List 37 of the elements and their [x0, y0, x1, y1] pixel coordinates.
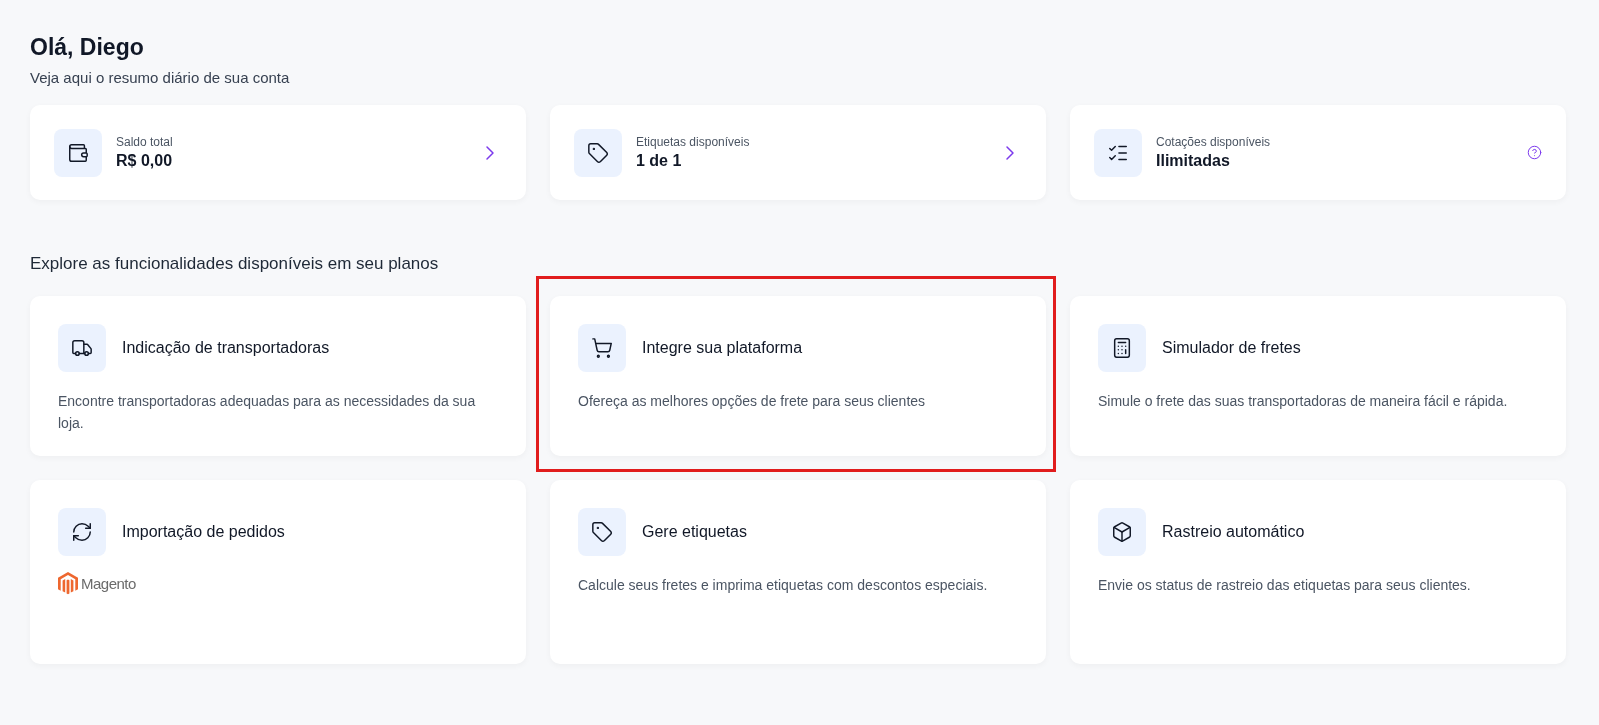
logo-icon — [58, 572, 78, 595]
box-icon — [1111, 521, 1133, 543]
feature-description: Envie os status de rastreio das etiquetas para seus clientes. — [1098, 576, 1472, 595]
stat-label: Etiquetas disponíveis — [636, 135, 751, 149]
feature-title: Gere etiquetas — [642, 523, 747, 541]
feature-title: Rastreio automático — [1162, 523, 1305, 541]
feature-card[interactable]: Importação de pedidos Magento — [30, 480, 526, 664]
feature-title: Indicação de transportadoras — [122, 339, 330, 357]
stat-value: 1 de 1 — [636, 152, 683, 170]
greeting-subtitle: Veja aqui o resumo diário de sua conta — [30, 69, 291, 86]
feature-description: Simule o frete das suas transportadoras de maneira fácil e rápida. — [1098, 392, 1509, 411]
feature-title: Importação de pedidos — [122, 523, 285, 541]
stat-label: Cotações disponíveis — [1156, 135, 1272, 149]
feature-card[interactable]: Rastreio automático Envie os status de rastreio das etiquetas para seus clientes. — [1070, 480, 1566, 664]
feature-description: Calcule seus fretes e imprima etiquetas com descontos especiais. — [578, 576, 989, 595]
stat-value: Ilimitadas — [1156, 152, 1231, 170]
section-title: Explore as funcionalidades disponíveis em seu planos — [30, 254, 440, 274]
tag-icon — [591, 521, 613, 543]
logo-text: Magento — [81, 575, 136, 592]
stat-value: R$ 0,00 — [116, 152, 174, 170]
tag-icon — [587, 141, 609, 164]
feature-card[interactable]: Gere etiquetas Calcule seus fretes e imprima etiquetas com descontos especiais. — [550, 480, 1046, 664]
help-icon[interactable] — [1527, 145, 1542, 160]
feature-description: Encontre transportadoras adequadas para as necessidades da sua loja. — [58, 392, 477, 433]
refresh-icon — [71, 521, 93, 543]
stat-label: Saldo total — [116, 135, 174, 149]
feature-title: Simulador de fretes — [1162, 339, 1301, 357]
greeting-title: Olá, Diego — [30, 34, 145, 61]
truck-icon — [71, 337, 93, 359]
calculator-icon — [1111, 337, 1133, 359]
feature-title: Integre sua plataforma — [642, 339, 803, 357]
feature-description: Ofereça as melhores opções de frete para seus clientes — [578, 392, 927, 411]
cart-icon — [591, 337, 613, 359]
wallet-icon — [67, 141, 89, 164]
feature-card[interactable]: Simulador de fretes Simule o frete das suas transportadoras de maneira fácil e rápida. — [1070, 296, 1566, 456]
feature-card[interactable]: Integre sua plataforma Ofereça as melhores opções de frete para seus clientes — [550, 296, 1046, 456]
feature-card[interactable]: Indicação de transportadoras Encontre transportadoras adequadas para as necessidades da sua loja. — [30, 296, 526, 456]
